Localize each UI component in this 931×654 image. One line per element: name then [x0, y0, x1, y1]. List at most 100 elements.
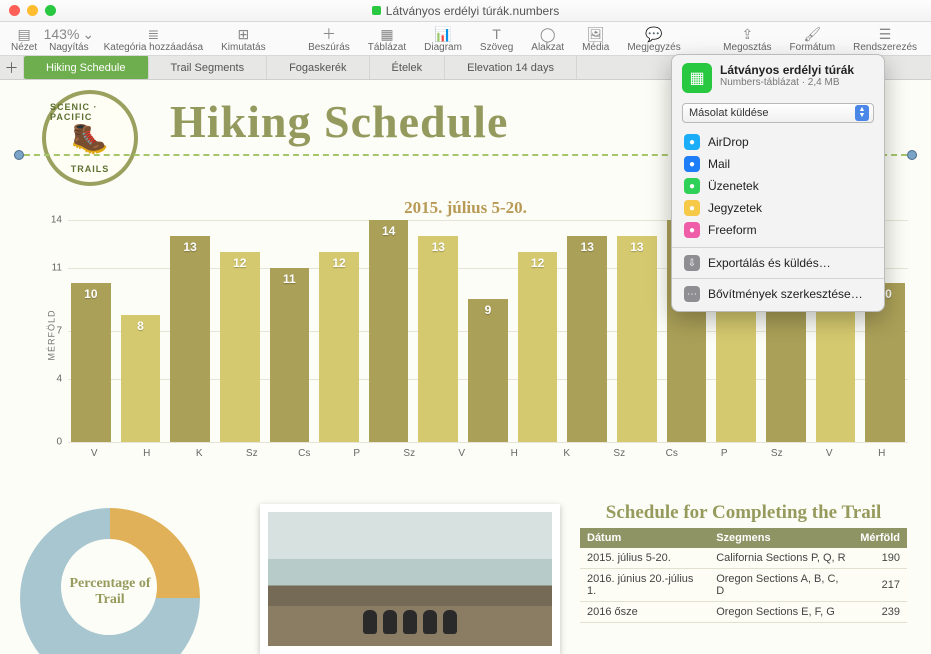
view-menu[interactable]: ▤ Nézet [6, 26, 42, 53]
share-mode-select[interactable]: Másolat küldése ▲▼ [682, 103, 874, 123]
share-export-item[interactable]: ⇩ Exportálás és küldés… [672, 252, 884, 274]
chart-bar[interactable]: 10 [71, 283, 111, 442]
schedule-header[interactable]: Mérföld [853, 528, 907, 548]
sheet-tab[interactable]: Hiking Schedule [24, 56, 149, 79]
schedule-header[interactable]: Szegmens [709, 528, 853, 548]
comment-button[interactable]: 💬 Megjegyzés [619, 26, 688, 53]
trail-photo[interactable] [260, 504, 560, 654]
table-cell[interactable]: Oregon Sections E, F, G [709, 601, 853, 622]
y-tick: 11 [52, 262, 62, 273]
sheet-tab[interactable]: Fogaskerék [267, 56, 369, 79]
add-category-button[interactable]: ≣ Kategória hozzáadása [96, 26, 212, 53]
chart-bar[interactable]: 12 [319, 252, 359, 442]
y-tick: 14 [51, 215, 62, 226]
table-cell[interactable]: California Sections P, Q, R [709, 548, 853, 569]
share-popover: ▦ Látványos erdélyi túrák Numbers-tábláz… [671, 54, 885, 312]
sheet-tab[interactable]: Ételek [370, 56, 446, 79]
chart-bar[interactable]: 12 [518, 252, 558, 442]
x-tick-label: P [334, 448, 381, 470]
insert-button[interactable]: ＋ Beszúrás [300, 26, 358, 53]
donut-label: Percentage of Trail [62, 576, 158, 608]
share-button[interactable]: ⇪ Megosztás [715, 26, 779, 53]
zoom-menu[interactable]: 143%⌄ Nagyítás [44, 26, 93, 53]
guide-handle-left[interactable] [14, 150, 24, 160]
bar-value-label: 14 [369, 224, 409, 238]
x-tick-label: H [491, 448, 538, 470]
table-button[interactable]: ▦ Táblázat [360, 26, 414, 53]
bar-value-label: 13 [418, 240, 458, 254]
guide-handle-right[interactable] [907, 150, 917, 160]
chart-icon: 📊 [433, 26, 453, 42]
table-cell[interactable]: 217 [853, 568, 907, 601]
insert-icon: ＋ [319, 26, 339, 42]
chart-bar[interactable]: 13 [567, 236, 607, 442]
x-tick-label: V [806, 448, 853, 470]
schedule-header[interactable]: Dátum [580, 528, 709, 548]
share-file-title: Látványos erdélyi túrák [720, 63, 854, 77]
freeform-icon: ● [684, 222, 700, 238]
chart-bar[interactable]: 12 [220, 252, 260, 442]
share-target-airdrop[interactable]: ● AirDrop [672, 131, 884, 153]
schedule-table[interactable]: DátumSzegmensMérföld 2015. július 5-20.C… [580, 528, 907, 623]
x-tick-label: Sz [754, 448, 801, 470]
media-button[interactable]: 🖼 Média [574, 26, 617, 53]
table-row[interactable]: 2016 őszeOregon Sections E, F, G239 [580, 601, 907, 622]
chevron-down-icon: ⌄ [82, 26, 94, 43]
chart-button[interactable]: 📊 Diagram [416, 26, 470, 53]
share-extensions-item[interactable]: ⋯ Bővítmények szerkesztése… [672, 283, 884, 305]
organize-button[interactable]: ☰ Rendszerezés [845, 26, 925, 53]
chart-bar[interactable]: 13 [418, 236, 458, 442]
share-target-label: Üzenetek [708, 179, 759, 193]
trail-logo: SCENIC · PACIFIC 🥾 TRAILS [42, 90, 138, 186]
sheet-tab[interactable]: Trail Segments [149, 56, 268, 79]
window-title: Látványos erdélyi túrák.numbers [386, 4, 559, 18]
x-tick-label: V [71, 448, 118, 470]
page-title: Hiking Schedule [170, 95, 508, 148]
add-sheet-button[interactable]: ＋ [0, 56, 24, 79]
share-target-mail[interactable]: ●Mail [672, 153, 884, 175]
table-row[interactable]: 2016. június 20.-július 1.Oregon Section… [580, 568, 907, 601]
airdrop-icon: ● [684, 134, 700, 150]
numbers-doc-icon: ▦ [682, 63, 712, 93]
pivot-button[interactable]: ⊞ Kimutatás [213, 26, 273, 53]
chart-bar[interactable]: 14 [369, 220, 409, 442]
table-cell[interactable]: Oregon Sections A, B, C, D [709, 568, 853, 601]
table-cell[interactable]: 239 [853, 601, 907, 622]
pivot-icon: ⊞ [233, 26, 253, 42]
table-cell[interactable]: 2016 ősze [580, 601, 709, 622]
sheet-tab[interactable]: Elevation 14 days [445, 56, 577, 79]
notes-icon: ● [684, 200, 700, 216]
donut-chart[interactable]: Percentage of Trail [0, 498, 250, 654]
chart-bar[interactable]: 9 [468, 299, 508, 442]
x-tick-label: K [544, 448, 591, 470]
table-cell[interactable]: 2015. július 5-20. [580, 548, 709, 569]
category-icon: ≣ [143, 26, 163, 42]
chart-bar[interactable]: 8 [121, 315, 161, 442]
chart-bar[interactable]: 13 [170, 236, 210, 442]
shape-button[interactable]: ◯ Alakzat [523, 26, 572, 53]
share-target-freeform[interactable]: ●Freeform [672, 219, 884, 241]
table-cell[interactable]: 190 [853, 548, 907, 569]
text-button[interactable]: T Szöveg [472, 26, 521, 53]
bar-value-label: 13 [617, 240, 657, 254]
x-tick-label: V [439, 448, 486, 470]
document-proxy-icon [372, 6, 381, 15]
share-target-messages[interactable]: ●Üzenetek [672, 175, 884, 197]
shape-icon: ◯ [538, 26, 558, 42]
share-target-notes[interactable]: ●Jegyzetek [672, 197, 884, 219]
share-target-label: AirDrop [708, 135, 749, 149]
chart-bar[interactable]: 13 [617, 236, 657, 442]
format-icon: 🖌 [802, 26, 822, 42]
x-tick-label: Sz [386, 448, 433, 470]
table-icon: ▦ [377, 26, 397, 42]
chart-bar[interactable]: 11 [270, 268, 310, 442]
mail-icon: ● [684, 156, 700, 172]
table-cell[interactable]: 2016. június 20.-július 1. [580, 568, 709, 601]
x-tick-label: Cs [649, 448, 696, 470]
table-row[interactable]: 2015. július 5-20.California Sections P,… [580, 548, 907, 569]
schedule-title: Schedule for Completing the Trail [580, 502, 907, 524]
toolbar: ▤ Nézet 143%⌄ Nagyítás ≣ Kategória hozzá… [0, 22, 931, 56]
x-tick-label: H [124, 448, 171, 470]
select-stepper-icon: ▲▼ [855, 105, 869, 121]
view-icon: ▤ [14, 26, 34, 42]
